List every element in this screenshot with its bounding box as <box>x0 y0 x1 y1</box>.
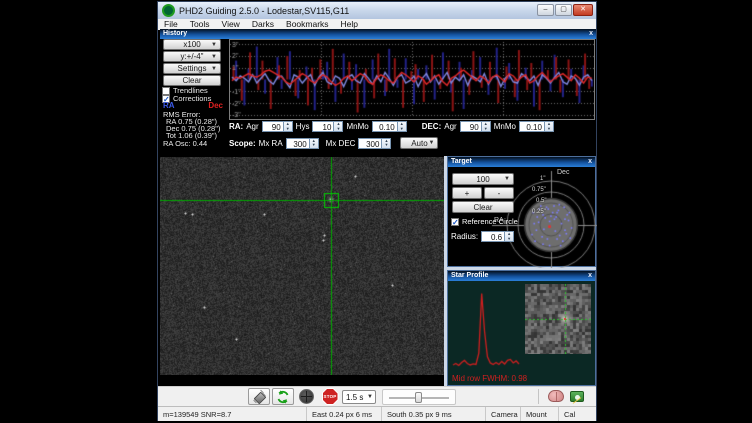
history-panel: History x x100▼ y:+/-4"▼ Settings▼ Clear… <box>160 29 596 156</box>
maximize-button[interactable]: ▢ <box>555 4 572 16</box>
target-title: Target <box>451 158 472 165</box>
gamma-slider[interactable] <box>382 389 456 405</box>
ra-legend-label: RA <box>163 101 175 110</box>
dec-axis-label: Dec <box>557 169 569 176</box>
ra-osc-value: RA Osc: 0.44 <box>163 139 207 148</box>
graph-legend: RA Dec <box>163 101 223 110</box>
chevron-down-icon: ▼ <box>504 176 510 182</box>
max-dec-input[interactable]: 300 <box>358 138 382 149</box>
ra-hysteresis-input[interactable]: 10 <box>312 121 334 132</box>
ra-hysteresis-spinner[interactable]: ▲▼ <box>334 121 343 132</box>
ra-aggression-input[interactable]: 90 <box>262 121 284 132</box>
slider-thumb[interactable] <box>415 392 422 403</box>
ring-label-025: 0.25" <box>532 209 546 215</box>
status-east-correction: East 0.24 px 6 ms <box>307 407 382 421</box>
status-camera: Camera <box>486 407 521 421</box>
target-panel: Target x 100▼ + - Clear ✓ Reference Circ… <box>447 156 596 267</box>
camera-connect-icon <box>252 390 266 404</box>
chevron-down-icon: ▼ <box>211 66 217 72</box>
history-title: History <box>163 30 187 37</box>
target-zoom-out-button[interactable]: - <box>484 187 514 199</box>
target-close-icon[interactable]: x <box>588 157 592 167</box>
toolbar: STOP 1.5 s▼ <box>158 386 596 407</box>
ra-minmove-spinner[interactable]: ▲▼ <box>398 121 407 132</box>
ra-axis-label: RA <box>494 217 504 224</box>
status-star-stats: m=139549 SNR=8.7 <box>158 407 307 421</box>
status-south-correction: South 0.35 px 9 ms <box>382 407 486 421</box>
dec-aggression-spinner[interactable]: ▲▼ <box>482 121 491 132</box>
radius-label: Radius: <box>451 232 478 241</box>
dec-minmove-input[interactable]: 0.10 <box>519 121 545 132</box>
dec-param-label: DEC: <box>422 122 442 131</box>
star-thumbnail-canvas <box>525 284 591 354</box>
reference-circle-label: Reference Circle <box>462 217 518 226</box>
status-bar: m=139549 SNR=8.7 East 0.24 px 6 ms South… <box>158 406 596 421</box>
history-graph-canvas <box>229 39 595 120</box>
camera-settings-icon[interactable] <box>570 391 584 402</box>
ra-param-label: RA: <box>229 122 243 131</box>
radius-input[interactable]: 0.6 <box>481 231 505 242</box>
history-close-icon[interactable]: x <box>589 29 593 39</box>
starfield-canvas[interactable] <box>160 157 444 375</box>
toolbar-divider <box>538 389 539 404</box>
stop-sign-icon: STOP <box>322 388 339 405</box>
history-settings-dropdown[interactable]: Settings▼ <box>163 63 221 74</box>
guide-frame <box>160 157 444 386</box>
dec-guide-mode-dropdown[interactable]: Auto▼ <box>400 137 438 149</box>
window-titlebar[interactable]: PHD2 Guiding 2.5.0 - Lodestar,SV115,G11 … <box>158 2 596 20</box>
window-title: PHD2 Guiding 2.5.0 - Lodestar,SV115,G11 <box>179 6 349 16</box>
reference-circle-checkbox[interactable]: ✓ <box>451 218 459 226</box>
loop-exposure-button[interactable] <box>272 388 294 405</box>
ring-label-1: 1" <box>540 176 545 182</box>
status-cal: Cal <box>559 407 594 421</box>
max-ra-input[interactable]: 300 <box>286 138 310 149</box>
target-zoom-in-button[interactable]: + <box>452 187 482 199</box>
scope-param-label: Scope: <box>229 139 256 148</box>
star-profile-panel: Star Profile x Mid row FWHM: 0.98 <box>447 270 596 386</box>
target-caption[interactable]: Target x <box>448 157 595 167</box>
radius-spinner[interactable]: ▲▼ <box>505 231 514 242</box>
fwhm-readout: Mid row FWHM: 0.98 <box>452 374 527 383</box>
profile-close-icon[interactable]: x <box>588 271 592 281</box>
target-clear-button[interactable]: Clear <box>452 201 514 213</box>
ring-label-05: 0.5" <box>536 198 546 204</box>
dec-minmove-spinner[interactable]: ▲▼ <box>545 121 554 132</box>
profile-caption[interactable]: Star Profile x <box>448 271 595 281</box>
radius-row: Radius: 0.6▲▼ <box>451 231 514 242</box>
close-button[interactable]: ✕ <box>573 4 593 16</box>
dec-legend-label: Dec <box>208 101 223 110</box>
chevron-down-icon: ▼ <box>429 140 435 146</box>
history-clear-button[interactable]: Clear <box>163 75 221 86</box>
ring-label-075: 0.75" <box>532 187 546 193</box>
minimize-button[interactable]: – <box>537 4 554 16</box>
profile-title: Star Profile <box>451 272 488 279</box>
ra-aggression-spinner[interactable]: ▲▼ <box>284 121 293 132</box>
chevron-down-icon: ▼ <box>367 394 373 400</box>
connect-equipment-button[interactable] <box>248 388 270 405</box>
reference-circle-row: ✓ Reference Circle <box>451 217 518 226</box>
guide-params-row2: Scope: Mx RA 300▲▼ Mx DEC 300▲▼ Auto▼ <box>229 137 438 149</box>
status-mount: Mount <box>521 407 559 421</box>
phd2-window: PHD2 Guiding 2.5.0 - Lodestar,SV115,G11 … <box>157 1 597 421</box>
history-caption[interactable]: History x <box>160 29 596 39</box>
max-dec-spinner[interactable]: ▲▼ <box>382 138 391 149</box>
loop-arrows-icon <box>276 390 290 404</box>
chevron-down-icon: ▼ <box>211 54 217 60</box>
history-length-dropdown[interactable]: x100▼ <box>163 39 221 50</box>
guide-target-icon <box>299 389 314 404</box>
stop-button[interactable]: STOP <box>319 388 341 405</box>
target-zoom-dropdown[interactable]: 100▼ <box>452 173 514 185</box>
chevron-down-icon: ▼ <box>211 42 217 48</box>
start-guiding-button[interactable] <box>295 388 317 405</box>
dec-aggression-input[interactable]: 90 <box>460 121 482 132</box>
phd2-logo-icon <box>162 4 175 17</box>
exposure-dropdown[interactable]: 1.5 s▼ <box>342 390 376 404</box>
star-profile-canvas <box>451 285 521 373</box>
ra-minmove-input[interactable]: 0.10 <box>372 121 398 132</box>
history-yscale-dropdown[interactable]: y:+/-4"▼ <box>163 51 221 62</box>
desktop: PHD2 Guiding 2.5.0 - Lodestar,SV115,G11 … <box>0 0 752 423</box>
guide-params-row1: RA: Agr 90▲▼ Hys 10▲▼ MnMo 0.10▲▼ DEC: A… <box>229 121 554 132</box>
advanced-settings-brain-icon[interactable] <box>548 390 564 402</box>
max-ra-spinner[interactable]: ▲▼ <box>310 138 319 149</box>
